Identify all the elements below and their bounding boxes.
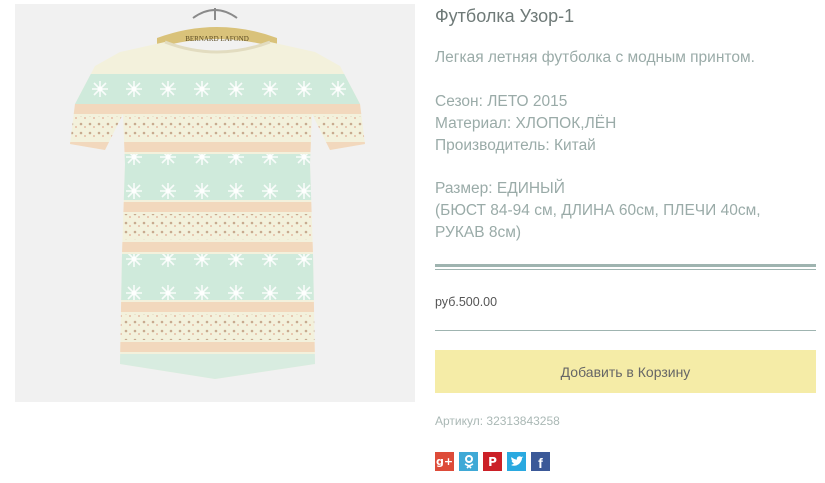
add-to-cart-button[interactable]: Добавить в Корзину bbox=[435, 350, 816, 393]
spec-size: Размер: ЕДИНЫЙ bbox=[435, 180, 565, 197]
pinterest-icon[interactable]: P bbox=[483, 452, 502, 471]
spec-season: Сезон: ЛЕТО 2015 bbox=[435, 93, 568, 110]
product-price: руб.500.00 bbox=[435, 295, 498, 309]
twitter-icon[interactable] bbox=[507, 452, 526, 471]
divider bbox=[435, 264, 816, 270]
google-plus-icon[interactable]: g+ bbox=[435, 452, 454, 471]
product-description: Легкая летняя футболка с модным принтом. bbox=[435, 49, 755, 66]
spec-measurements-cont: РУКАВ 8см) bbox=[435, 224, 522, 241]
t-shirt-image: BERNARD LAFOND bbox=[15, 4, 415, 402]
product-image[interactable]: BERNARD LAFOND bbox=[15, 4, 415, 402]
odnoklassniki-icon[interactable] bbox=[459, 452, 478, 471]
spec-manufacturer: Производитель: Китай bbox=[435, 137, 596, 154]
divider bbox=[435, 330, 816, 331]
product-title: Футболка Узор-1 bbox=[435, 6, 575, 26]
spec-material: Материал: ХЛОПОК,ЛЁН bbox=[435, 115, 617, 132]
hanger-label: BERNARD LAFOND bbox=[185, 35, 249, 43]
social-share-bar: g+ P f bbox=[435, 452, 550, 471]
facebook-icon[interactable]: f bbox=[531, 452, 550, 471]
product-sku: Артикул: 32313843258 bbox=[435, 414, 560, 428]
spec-measurements: (БЮСТ 84-94 см, ДЛИНА 60см, ПЛЕЧИ 40см, bbox=[435, 202, 761, 219]
